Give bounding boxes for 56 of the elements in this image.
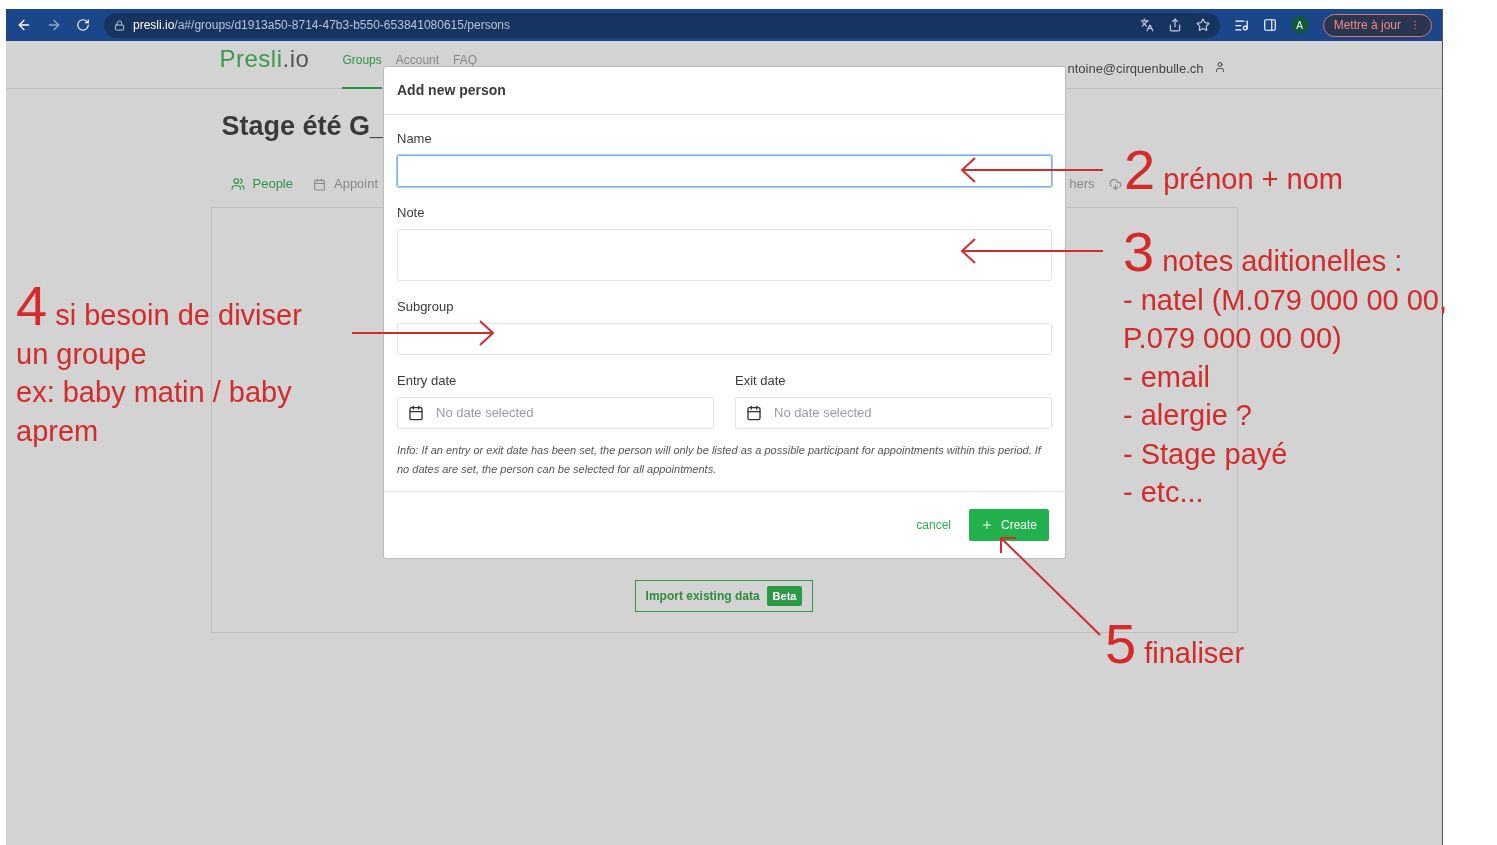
text-field[interactable]	[397, 155, 1052, 187]
share-icon[interactable]	[1167, 18, 1182, 32]
annotation-line: - etc...	[1123, 475, 1204, 510]
forward-icon[interactable]	[46, 17, 62, 33]
step-number: 3	[1123, 220, 1155, 283]
create-button[interactable]: Create	[968, 509, 1049, 541]
annotation-line: - alergie ?	[1123, 398, 1252, 433]
annotation-text: si besoin de diviser	[55, 299, 302, 331]
calendar-icon	[408, 405, 424, 421]
info-text: Info: If an entry or exit date has been set, the person will only be listed as a possible participant for appointments within this period. If no dates are set, the person can be selected for all appointments.	[397, 443, 1043, 477]
translate-icon[interactable]	[1139, 18, 1154, 32]
user-icon[interactable]	[1213, 61, 1226, 73]
lock-icon	[114, 19, 125, 31]
field-label: Exit date	[735, 372, 787, 390]
date-field[interactable]: No date selected	[397, 397, 714, 429]
field-label: Entry date	[397, 372, 458, 390]
import-button[interactable]: Import existing data Beta	[634, 580, 814, 612]
dialog-title: Add new person	[397, 81, 506, 100]
side-panel-icon[interactable]	[1262, 18, 1277, 32]
cancel-link[interactable]: cancel	[916, 516, 951, 534]
star-icon[interactable]	[1195, 18, 1210, 32]
reload-icon[interactable]	[76, 18, 90, 32]
user-email: ntoine@cirquenbulle.ch	[1067, 60, 1204, 78]
annotation-line: un groupe	[16, 336, 147, 372]
calendar-icon	[313, 177, 326, 191]
page-tab[interactable]: People	[230, 174, 293, 194]
field-label: Subgroup	[397, 298, 455, 316]
field-label: Name	[397, 130, 433, 148]
annotation-line: - email	[1123, 359, 1210, 395]
update-button[interactable]: Mettre à jour	[1322, 13, 1432, 37]
annotation-line: - Stage payé	[1123, 436, 1288, 472]
profile-avatar[interactable]: A	[1290, 16, 1309, 34]
annotation-text: finaliser	[1144, 637, 1245, 669]
address-bar[interactable]: presli.io/a#/groups/d1913a50-8714-47b3-b550-653841080615/persons	[104, 12, 1220, 38]
annotation-text: prénon + nom	[1163, 163, 1343, 195]
page-title: Stage été G_	[221, 110, 386, 143]
step-number: 5	[1105, 612, 1137, 675]
page-tab[interactable]: Appoint	[313, 174, 379, 194]
field-label: Note	[397, 204, 426, 222]
people-icon	[230, 177, 245, 191]
playlist-icon[interactable]	[1233, 17, 1249, 33]
url-text: presli.io/a#/groups/d1913a50-8714-47b3-b550-653841080615/persons	[133, 17, 510, 34]
nav-link[interactable]: Groups	[342, 53, 382, 89]
page-tab[interactable]: hers	[1069, 174, 1095, 194]
step-number: 4	[16, 274, 48, 337]
calendar-icon	[746, 405, 762, 421]
plus-icon	[980, 519, 993, 531]
step-number: 2	[1124, 138, 1156, 201]
annotation-text: notes aditionelles :	[1162, 245, 1403, 277]
annotation-line: aprem	[16, 413, 99, 449]
back-icon[interactable]	[16, 17, 32, 33]
annotation-line: P.079 000 00 00)	[1123, 321, 1342, 356]
date-field[interactable]: No date selected	[735, 397, 1052, 429]
logo[interactable]: Presli.io	[219, 45, 310, 73]
annotation-line: ex: baby matin / baby	[16, 375, 292, 410]
beta-badge: Beta	[766, 585, 803, 607]
